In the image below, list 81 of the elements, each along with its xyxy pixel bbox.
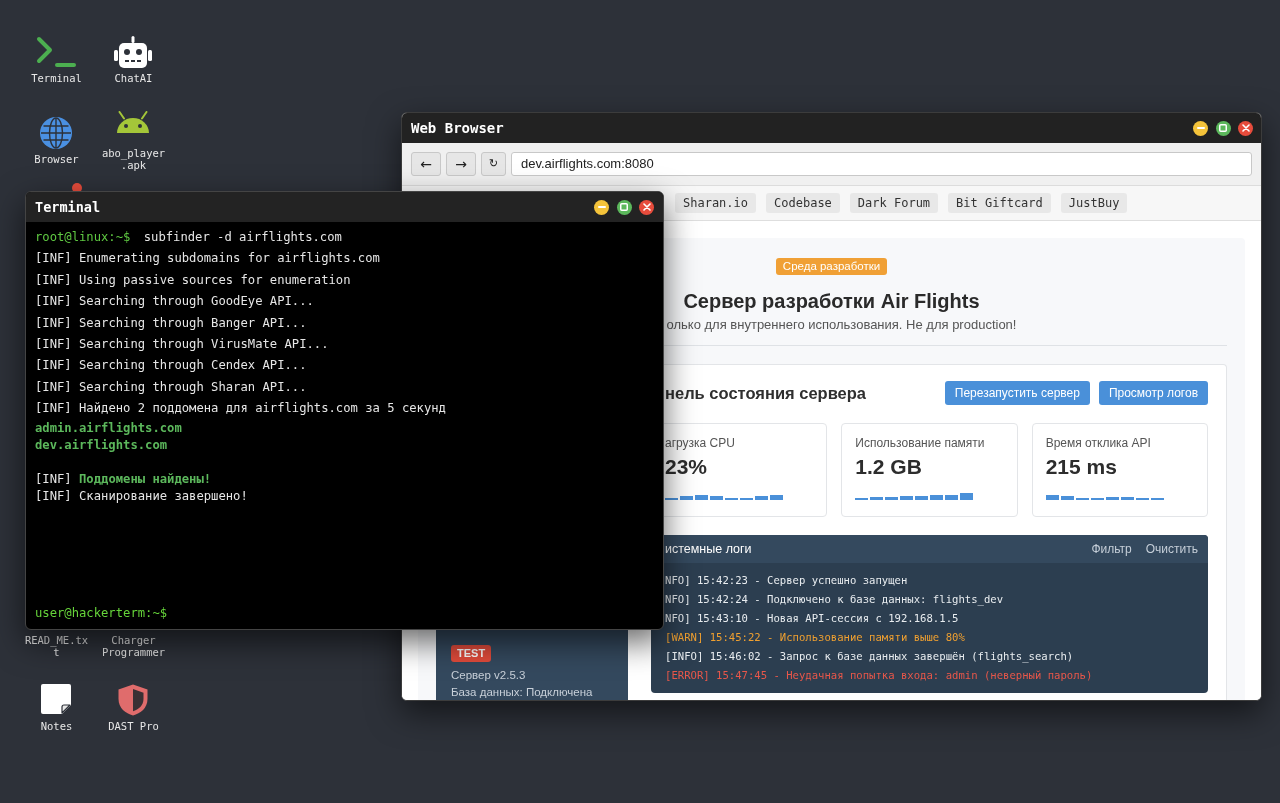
- environment-badge: Среда разработки: [775, 258, 888, 275]
- desktop-shortcut[interactable]: Notes: [23, 683, 90, 732]
- window-title: Web Browser: [411, 118, 504, 138]
- note-icon: [41, 683, 72, 714]
- desktop-shortcut[interactable]: abo_player.apk: [100, 110, 167, 171]
- terminal-output-line: [INF] Searching through Cendex API...: [35, 357, 308, 375]
- page-title: Сервер разработки Air Flights: [682, 289, 981, 313]
- found-subdomain: dev.airflights.com: [35, 436, 169, 454]
- minus-icon: [1196, 127, 1205, 129]
- sparkline-bar: [770, 495, 783, 500]
- terminal-output-line: [INF] Enumerating subdomains for airflights.com: [35, 250, 381, 268]
- bookmark-link[interactable]: Dark Forum: [849, 193, 939, 213]
- page-subtitle: олько для внутреннего использования. Не для production!: [666, 317, 1017, 333]
- command-line: root@linux:~$ subfinder -d airflights.com: [35, 229, 343, 246]
- log-entry: NFO] 15:42:24 - Подключено к базе данных: flights_dev: [665, 592, 1005, 608]
- bookmark-link[interactable]: Codebase: [766, 193, 840, 213]
- metric-label: Время отклика API: [1045, 435, 1152, 451]
- log-entry: [INFO] 15:46:02 - Запрос к базе данных завершён (flights_search): [665, 649, 1075, 665]
- close-button[interactable]: [1238, 120, 1253, 136]
- metric-label: Использование памяти: [855, 435, 986, 451]
- sparkline-bar: [755, 496, 768, 500]
- back-button[interactable]: ←: [411, 152, 441, 176]
- metric-value: 23%: [665, 454, 709, 480]
- section-heading: нель состояния сервера: [665, 382, 867, 404]
- forward-button[interactable]: →: [446, 152, 476, 176]
- clear-button[interactable]: Очистить: [1145, 540, 1198, 558]
- terminal-output-line: [INF] Найдено 2 поддомена для airflights.com за 5 секунд: [35, 400, 447, 418]
- desktop-shortcut[interactable]: Charger Programmer: [100, 633, 167, 658]
- close-button[interactable]: [639, 199, 654, 215]
- terminal-output-line: [INF] Поддомены найдены!: [35, 470, 213, 488]
- square-icon: [620, 203, 628, 211]
- desktop-shortcut[interactable]: DAST Pro: [100, 683, 167, 732]
- shield-icon: [118, 683, 149, 716]
- sparkline-bar: [740, 498, 753, 500]
- log-entry: [ERROR] 15:47:45 - Неудачная попытка входа: admin (неверный пароль): [665, 668, 1094, 683]
- window-title: Terminal: [35, 197, 101, 217]
- environment-tag: TEST: [451, 645, 492, 662]
- square-icon: [1219, 124, 1227, 132]
- terminal-output-line: [INF] Using passive sources for enumeration: [35, 271, 352, 289]
- terminal-output-line: [INF] Searching through Sharan API...: [35, 378, 308, 396]
- found-subdomain: admin.airflights.com: [35, 419, 183, 437]
- address-field[interactable]: dev.airflights.com:8080: [511, 152, 1252, 176]
- metric-value: 1.2 GB: [855, 454, 923, 480]
- desktop-shortcut[interactable]: Browser: [23, 116, 90, 165]
- desktop-shortcut[interactable]: Terminal: [23, 35, 90, 84]
- bookmark-link[interactable]: Bit Giftcard: [948, 193, 1051, 213]
- server-info-text: База данных: Подключена: [451, 685, 593, 700]
- maximize-button[interactable]: [1215, 120, 1231, 136]
- log-entry: NFO] 15:42:23 - Сервер успешно запущен: [665, 573, 909, 588]
- desktop-shortcut[interactable]: ChatAI: [100, 35, 167, 84]
- maximize-button[interactable]: [616, 199, 632, 215]
- close-icon: [642, 203, 651, 211]
- sparkline-bar: [725, 498, 738, 500]
- reload-button[interactable]: ↻: [481, 152, 506, 176]
- bookmark-link[interactable]: JustBuy: [1060, 193, 1128, 213]
- sparkline-bar: [710, 496, 723, 500]
- globe-icon: [40, 116, 73, 149]
- filter-button[interactable]: Фильтр: [1091, 540, 1132, 558]
- log-entry: [WARN] 15:45:22 - Использование памяти выше 80%: [665, 630, 966, 645]
- minimize-button[interactable]: [1193, 120, 1208, 136]
- terminal-output-line: [INF] Searching through GoodEye API...: [35, 293, 315, 311]
- android-icon: [115, 110, 152, 133]
- terminal-output-line: [INF] Searching through VirusMate API...: [35, 335, 330, 353]
- sparkline-bar: [665, 498, 678, 500]
- terminal-output-line: [INF] Searching through Banger API...: [35, 314, 308, 332]
- terminal-output-line: [INF] Сканирование завершено!: [35, 487, 249, 505]
- desktop-shortcut[interactable]: READ_ME.txt: [23, 633, 90, 658]
- minus-icon: [597, 206, 606, 208]
- bookmark-link[interactable]: Sharan.io: [675, 193, 757, 213]
- log-entry: NFO] 15:43:10 - Новая API-сессия с 192.168.1.5: [665, 611, 960, 626]
- server-info-text: Сервер v2.5.3: [451, 668, 526, 683]
- sparkline-bar: [680, 496, 693, 500]
- robot-icon: [114, 35, 153, 68]
- metric-label: агрузка CPU: [665, 435, 736, 451]
- terminal-prompt-icon: [36, 35, 77, 68]
- minimize-button[interactable]: [594, 199, 609, 215]
- sparkline-bar: [695, 495, 708, 500]
- shell-prompt: user@hackerterm:~$: [35, 605, 169, 622]
- logs-title: истемные логи: [665, 540, 752, 558]
- metric-value: 215 ms: [1045, 454, 1118, 480]
- close-icon: [1241, 124, 1250, 132]
